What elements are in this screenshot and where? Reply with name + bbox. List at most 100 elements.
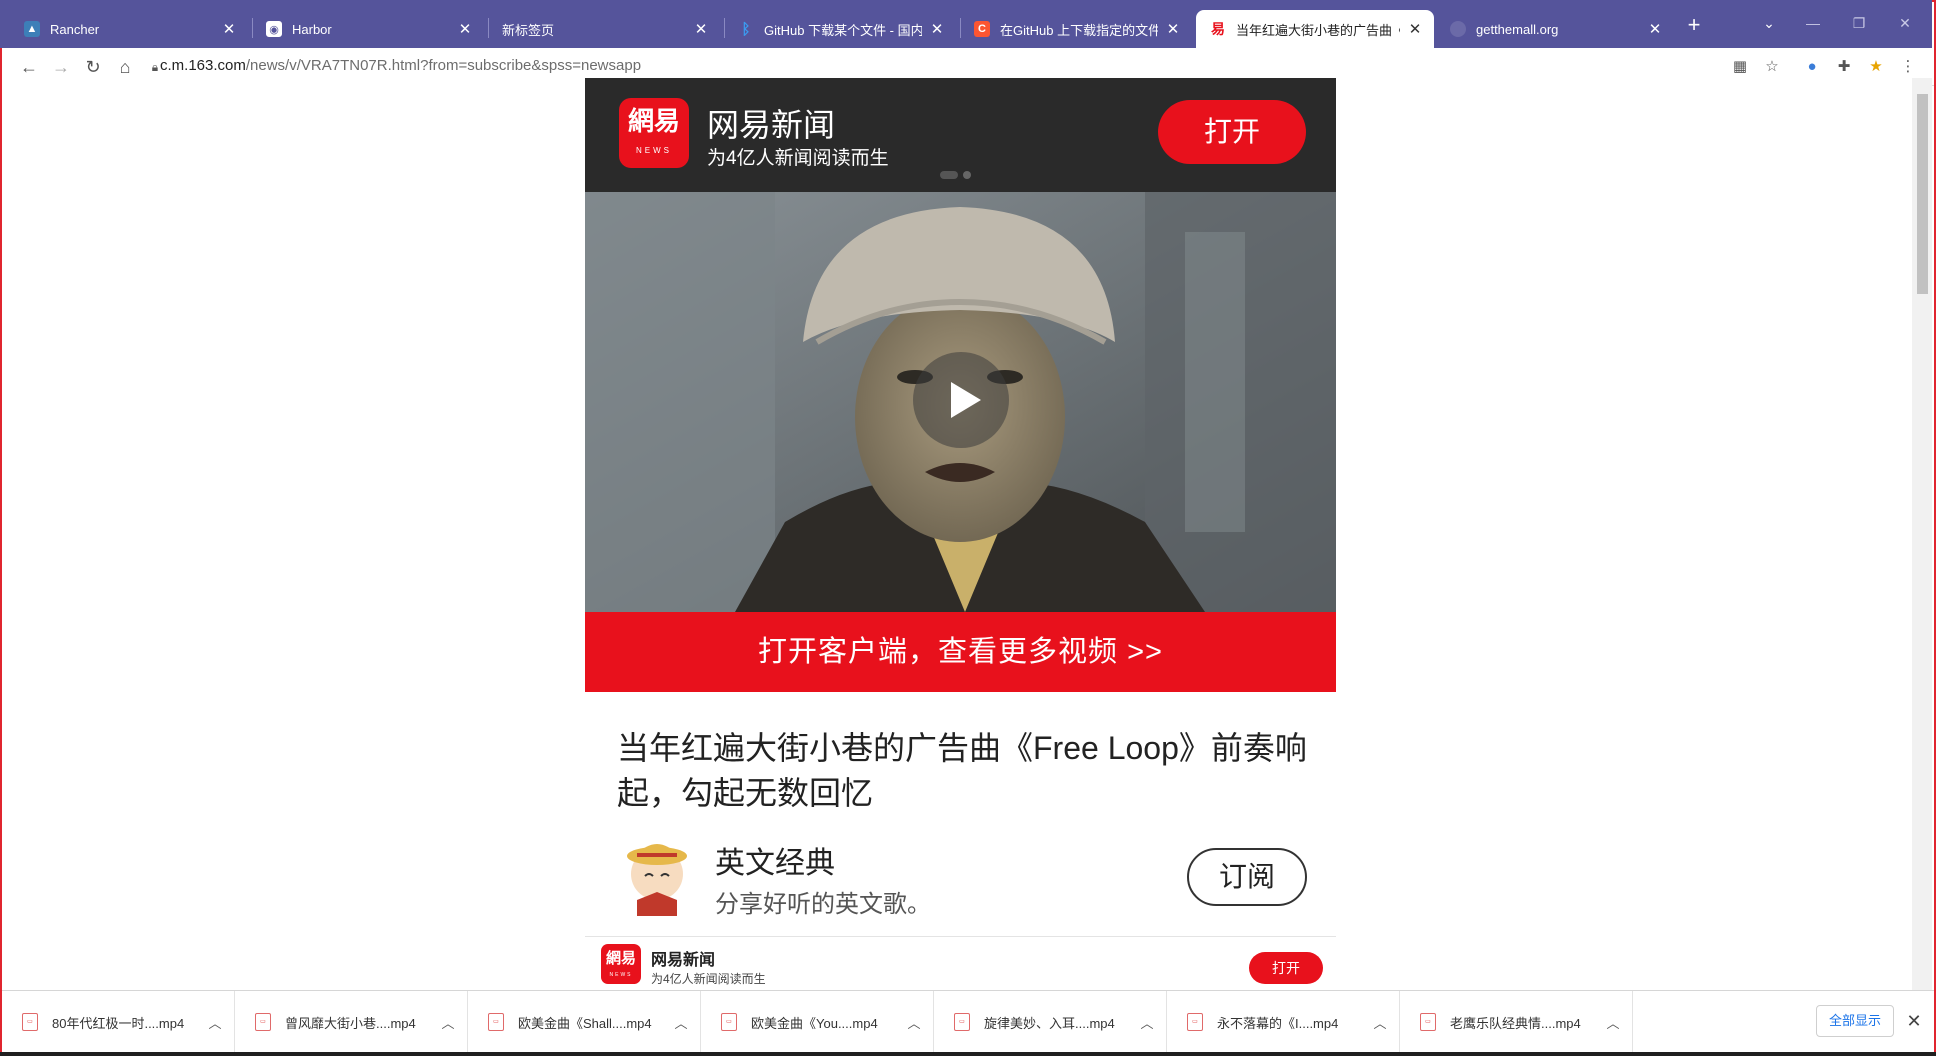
close-icon[interactable]: ✕ bbox=[928, 20, 946, 38]
scrollbar-thumb[interactable] bbox=[1917, 94, 1928, 294]
download-shelf: ▭ 80年代红极一时....mp4 ︿ ▭ 曾风靡大街小巷....mp4 ︿ ▭… bbox=[2, 990, 1934, 1053]
minimize-icon[interactable]: — bbox=[1796, 10, 1830, 36]
back-icon[interactable]: ← bbox=[16, 54, 42, 80]
url-path: /news/v/VRA7TN07R.html?from=subscribe&sp… bbox=[245, 57, 642, 74]
footer-slogan: 为4亿人新闻阅读而生 bbox=[651, 972, 766, 986]
logo-subtext: NEWS bbox=[609, 972, 633, 978]
carousel-dot-active[interactable] bbox=[940, 171, 958, 179]
download-item[interactable]: ▭ 80年代红极一时....mp4 ︿ bbox=[2, 991, 235, 1053]
netease-news-logo[interactable]: 網易 NEWS bbox=[619, 98, 689, 168]
forward-icon[interactable]: → bbox=[48, 54, 74, 80]
browser-menu-icon[interactable]: ⋮ bbox=[1896, 55, 1920, 79]
address-bar[interactable]: c.m.163.com/news/v/VRA7TN07R.html?from=s… bbox=[160, 57, 641, 74]
author-name[interactable]: 英文经典 bbox=[715, 838, 835, 882]
download-filename: 80年代红极一时....mp4 bbox=[52, 1015, 185, 1031]
reload-icon[interactable]: ↻ bbox=[80, 54, 106, 80]
tab-harbor[interactable]: ◉ Harbor ✕ bbox=[252, 10, 484, 48]
web-page: 網易 NEWS 网易新闻 为4亿人新闻阅读而生 打开 打开客户端，查看更多视频 … bbox=[2, 78, 1912, 990]
download-filename: 欧美金曲《Shall....mp4 bbox=[518, 1015, 652, 1031]
open-app-button[interactable]: 打开 bbox=[1158, 100, 1306, 164]
tab-new-tab[interactable]: 新标签页 ✕ bbox=[488, 10, 720, 48]
chevron-up-icon[interactable]: ︿ bbox=[1598, 1013, 1628, 1032]
article-headline: 当年红遍大街小巷的广告曲《Free Loop》前奏响起，勾起无数回忆 bbox=[617, 730, 1307, 811]
download-filename: 欧美金曲《You....mp4 bbox=[751, 1015, 878, 1031]
open-client-cta[interactable]: 打开客户端，查看更多视频 >> bbox=[585, 612, 1336, 692]
file-icon: ▭ bbox=[22, 1013, 38, 1031]
download-item[interactable]: ▭ 欧美金曲《You....mp4 ︿ bbox=[701, 991, 934, 1053]
chevron-up-icon[interactable]: ︿ bbox=[433, 1013, 463, 1032]
tab-title: 在GitHub 上下载指定的文件夹 bbox=[1000, 22, 1158, 38]
tab-title: 当年红遍大街小巷的广告曲《Fr bbox=[1236, 22, 1400, 38]
file-icon: ▭ bbox=[255, 1013, 271, 1031]
download-filename: 旋律美妙、入耳....mp4 bbox=[984, 1015, 1115, 1031]
divider bbox=[585, 936, 1336, 937]
tab-title: 新标签页 bbox=[502, 22, 555, 38]
footer-open-button[interactable]: 打开 bbox=[1249, 952, 1323, 984]
logo-text: 網易 bbox=[627, 107, 680, 137]
bookmark-star-icon[interactable]: ☆ bbox=[1760, 55, 1784, 79]
author-description: 分享好听的英文歌。 bbox=[715, 891, 931, 918]
download-item[interactable]: ▭ 老鹰乐队经典情....mp4 ︿ bbox=[1400, 991, 1633, 1053]
tab-title: GitHub 下载某个文件 - 国内版 B bbox=[764, 22, 922, 38]
video-player[interactable] bbox=[585, 192, 1336, 612]
show-all-downloads-button[interactable]: 全部显示 bbox=[1816, 1005, 1894, 1037]
profile-avatar-icon[interactable]: ★ bbox=[1864, 55, 1888, 79]
footer-app-name: 网易新闻 bbox=[651, 952, 716, 969]
close-icon[interactable]: ✕ bbox=[1406, 20, 1424, 38]
tab-netease-active[interactable]: 易 当年红遍大街小巷的广告曲《Fr ✕ bbox=[1196, 10, 1434, 48]
app-name: 网易新闻 bbox=[707, 107, 836, 143]
close-icon[interactable]: ✕ bbox=[220, 20, 238, 38]
play-button-icon[interactable] bbox=[913, 352, 1009, 448]
chevron-up-icon[interactable]: ︿ bbox=[899, 1013, 929, 1032]
carousel-dot[interactable] bbox=[963, 171, 971, 179]
globe-icon bbox=[1450, 21, 1466, 37]
download-filename: 永不落幕的《I....mp4 bbox=[1217, 1015, 1339, 1031]
close-icon[interactable]: ✕ bbox=[1646, 20, 1664, 38]
close-icon[interactable]: ✕ bbox=[1164, 20, 1182, 38]
download-item[interactable]: ▭ 旋律美妙、入耳....mp4 ︿ bbox=[934, 991, 1167, 1053]
file-icon: ▭ bbox=[721, 1013, 737, 1031]
download-filename: 曾风靡大街小巷....mp4 bbox=[285, 1015, 416, 1031]
file-icon: ▭ bbox=[1187, 1013, 1203, 1031]
chevron-up-icon[interactable]: ︿ bbox=[1365, 1013, 1395, 1032]
close-icon[interactable]: ✕ bbox=[1902, 1007, 1926, 1035]
tab-title: Harbor bbox=[292, 21, 332, 37]
new-tab-button[interactable]: + bbox=[1680, 12, 1708, 40]
qr-code-icon[interactable]: ▦ bbox=[1728, 55, 1752, 79]
home-icon[interactable]: ⌂ bbox=[112, 54, 138, 80]
rancher-icon: ▲ bbox=[24, 21, 40, 37]
extensions-puzzle-icon[interactable]: ✚ bbox=[1832, 55, 1856, 79]
tab-github-search[interactable]: ᛒ GitHub 下载某个文件 - 国内版 B ✕ bbox=[724, 10, 956, 48]
download-item[interactable]: ▭ 欧美金曲《Shall....mp4 ︿ bbox=[468, 991, 701, 1053]
close-icon[interactable]: ✕ bbox=[692, 20, 710, 38]
url-host: c.m.163.com bbox=[160, 57, 246, 74]
download-item[interactable]: ▭ 曾风靡大街小巷....mp4 ︿ bbox=[235, 991, 468, 1053]
tab-rancher[interactable]: ▲ Rancher ✕ bbox=[10, 10, 248, 48]
tab-strip: ▲ Rancher ✕ ◉ Harbor ✕ 新标签页 ✕ ᛒ GitHub 下… bbox=[0, 0, 1932, 48]
chevron-up-icon[interactable]: ︿ bbox=[200, 1013, 230, 1032]
netease-icon: 易 bbox=[1211, 21, 1225, 37]
chevron-up-icon[interactable]: ︿ bbox=[666, 1013, 696, 1032]
tab-getthemall[interactable]: getthemall.org ✕ bbox=[1436, 10, 1674, 48]
tab-search-icon[interactable]: ⌄ bbox=[1752, 10, 1786, 36]
page-scrollbar[interactable] bbox=[1912, 78, 1932, 990]
logo-text: 網易 bbox=[605, 949, 636, 967]
subscribe-button[interactable]: 订阅 bbox=[1187, 848, 1307, 906]
netease-news-logo-small[interactable]: 網易 NEWS bbox=[601, 944, 641, 984]
harbor-icon: ◉ bbox=[266, 21, 282, 37]
restore-icon[interactable]: ❐ bbox=[1842, 10, 1876, 36]
file-icon: ▭ bbox=[488, 1013, 504, 1031]
tab-csdn[interactable]: C 在GitHub 上下载指定的文件夹 ✕ bbox=[960, 10, 1192, 48]
chevron-up-icon[interactable]: ︿ bbox=[1132, 1013, 1162, 1032]
download-filename: 老鹰乐队经典情....mp4 bbox=[1450, 1015, 1581, 1031]
download-item[interactable]: ▭ 永不落幕的《I....mp4 ︿ bbox=[1167, 991, 1400, 1053]
app-download-banner: 網易 NEWS 网易新闻 为4亿人新闻阅读而生 打开 bbox=[585, 78, 1336, 192]
extension-mic-icon[interactable]: ● bbox=[1800, 55, 1824, 79]
file-icon: ▭ bbox=[954, 1013, 970, 1031]
author-avatar[interactable] bbox=[617, 836, 697, 916]
file-icon: ▭ bbox=[1420, 1013, 1436, 1031]
close-window-icon[interactable]: ✕ bbox=[1888, 10, 1922, 36]
close-icon[interactable]: ✕ bbox=[456, 20, 474, 38]
tab-title: getthemall.org bbox=[1476, 21, 1559, 37]
article-column: 網易 NEWS 网易新闻 为4亿人新闻阅读而生 打开 打开客户端，查看更多视频 … bbox=[585, 78, 1336, 990]
